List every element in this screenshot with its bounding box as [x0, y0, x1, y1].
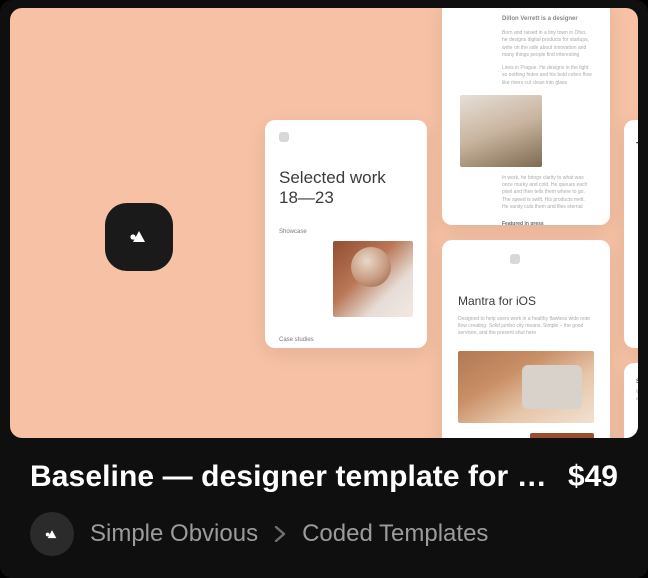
- product-card[interactable]: Selected work 18—23 Showcase Case studie…: [0, 0, 648, 578]
- page-title: Selected work 18—23: [279, 168, 413, 209]
- preview-page-right: The: [624, 120, 638, 348]
- category-link[interactable]: Coded Templates: [302, 520, 488, 548]
- page-logo-mark: [510, 254, 520, 264]
- caret-right-icon: [274, 526, 286, 542]
- section-label: Showcase: [279, 229, 413, 235]
- page-logo-mark: [279, 132, 289, 142]
- para-1: Born and raised in a tiny town in Ohio, …: [502, 30, 592, 59]
- preview-image: [333, 241, 413, 317]
- author-avatar[interactable]: [30, 512, 74, 556]
- list-heading: Featured in press: [502, 221, 592, 225]
- logo-icon: [128, 228, 150, 246]
- title-row: Baseline — designer template for F… $49: [30, 460, 618, 494]
- product-price: $49: [568, 460, 618, 494]
- page-title: The: [636, 140, 638, 158]
- preview-page-mantra: Mantra for iOS Designed to help users wo…: [442, 240, 610, 438]
- brand-logo: [105, 203, 173, 271]
- preview-image-secondary: [530, 433, 594, 438]
- product-thumbnail[interactable]: Selected work 18—23 Showcase Case studie…: [10, 8, 638, 438]
- preview-page-selected-work: Selected work 18—23 Showcase Case studie…: [265, 120, 427, 348]
- avatar-logo-icon: [44, 528, 60, 541]
- product-meta: Baseline — designer template for F… $49 …: [0, 438, 648, 578]
- byline: Simple Obvious Coded Templates: [30, 512, 618, 556]
- preview-page-bottom-right: Strategy We were tasked to design a new …: [624, 363, 638, 438]
- section-para: We were tasked to design a new experienc…: [636, 389, 638, 403]
- page-title: Mantra for iOS: [458, 294, 594, 308]
- para-3: In work, he brings clarity to what was o…: [502, 175, 592, 211]
- preview-image: [458, 351, 594, 423]
- section-title: Strategy: [636, 379, 638, 385]
- preview-image: [460, 95, 542, 167]
- para: Designed to help users work in a healthy…: [458, 316, 594, 337]
- product-title[interactable]: Baseline — designer template for F…: [30, 460, 550, 494]
- preview-page-about: Dillon Verrett is a designer Born and ra…: [442, 8, 610, 225]
- author-link[interactable]: Simple Obvious: [90, 520, 258, 548]
- lead-text: Dillon Verrett is a designer: [502, 16, 592, 22]
- case-label: Case studies: [279, 337, 413, 343]
- para-2: Lives in Prague. He designs in the light…: [502, 65, 592, 87]
